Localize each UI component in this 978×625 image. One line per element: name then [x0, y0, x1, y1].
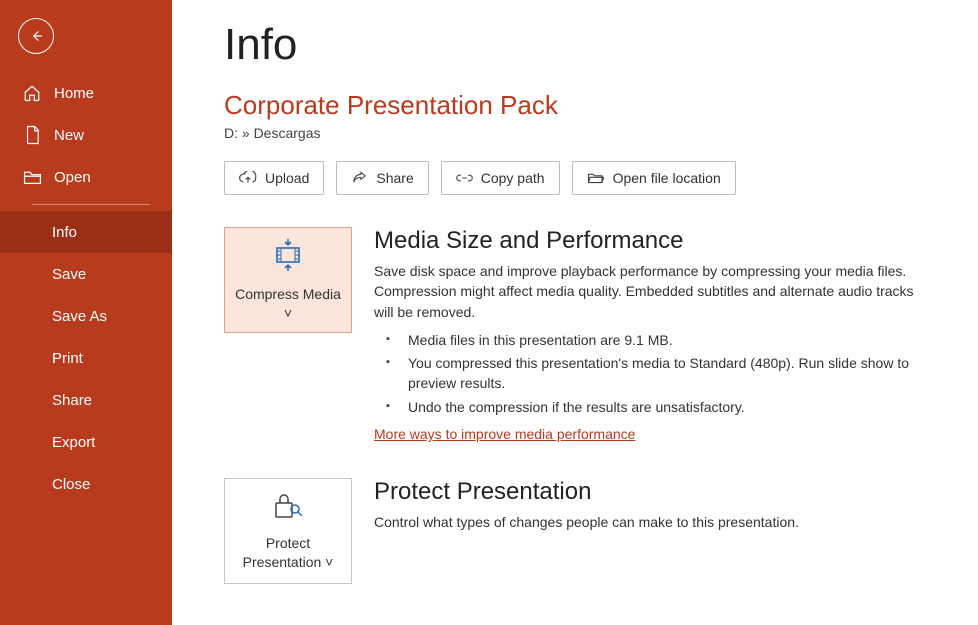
button-label: Share: [376, 170, 413, 186]
folder-open-icon: [22, 167, 42, 187]
share-icon: [351, 170, 368, 186]
arrow-left-icon: [27, 27, 45, 45]
protect-section-body: Protect Presentation Control what types …: [374, 478, 946, 540]
sidebar-label: Info: [52, 224, 77, 241]
media-performance-link[interactable]: More ways to improve media performance: [374, 426, 635, 442]
sidebar-item-save-as[interactable]: Save As: [0, 295, 172, 337]
link-icon: [456, 171, 473, 185]
sidebar-item-print[interactable]: Print: [0, 337, 172, 379]
sidebar-item-save[interactable]: Save: [0, 253, 172, 295]
tile-label: Protect Presentation ˅: [231, 534, 345, 570]
sidebar-label: Save As: [52, 308, 107, 325]
list-item: Media files in this presentation are 9.1…: [374, 330, 916, 350]
sidebar-item-export[interactable]: Export: [0, 421, 172, 463]
protect-section: Protect Presentation ˅ Protect Presentat…: [224, 478, 946, 584]
sidebar-item-close[interactable]: Close: [0, 463, 172, 505]
sidebar-label: Save: [52, 266, 86, 283]
back-button[interactable]: [18, 18, 54, 54]
button-label: Open file location: [613, 170, 721, 186]
sidebar-item-new[interactable]: New: [0, 114, 172, 156]
sidebar-divider: [32, 204, 150, 205]
list-item: You compressed this presentation's media…: [374, 353, 916, 394]
home-icon: [22, 83, 42, 103]
media-section: Compress Media ˅ Media Size and Performa…: [224, 227, 946, 444]
section-heading: Protect Presentation: [374, 478, 916, 506]
sidebar-label: Close: [52, 476, 90, 493]
button-label: Copy path: [481, 170, 545, 186]
sidebar-item-open[interactable]: Open: [0, 156, 172, 198]
share-button[interactable]: Share: [336, 161, 428, 195]
sidebar-label: Share: [52, 392, 92, 409]
sidebar-item-share[interactable]: Share: [0, 379, 172, 421]
button-label: Upload: [265, 170, 309, 186]
document-path: D: » Descargas: [224, 125, 946, 141]
lock-key-icon: [272, 491, 304, 524]
sidebar-label: Home: [54, 85, 94, 102]
sidebar-item-info[interactable]: Info: [0, 211, 172, 253]
new-file-icon: [22, 125, 42, 145]
copy-path-button[interactable]: Copy path: [441, 161, 560, 195]
sidebar-label: Open: [54, 169, 91, 186]
compress-media-tile[interactable]: Compress Media ˅: [224, 227, 352, 333]
open-file-location-button[interactable]: Open file location: [572, 161, 736, 195]
document-title: Corporate Presentation Pack: [224, 90, 946, 121]
backstage-sidebar: Home New Open Info Save Save As Print Sh…: [0, 0, 172, 625]
file-toolbar: Upload Share Copy path Open file locatio…: [224, 161, 946, 195]
folder-open-icon: [587, 171, 605, 185]
section-heading: Media Size and Performance: [374, 227, 916, 255]
sidebar-item-home[interactable]: Home: [0, 72, 172, 114]
sidebar-label: New: [54, 127, 84, 144]
protect-presentation-tile[interactable]: Protect Presentation ˅: [224, 478, 352, 584]
sidebar-label: Print: [52, 350, 83, 367]
section-description: Save disk space and improve playback per…: [374, 261, 916, 322]
upload-button[interactable]: Upload: [224, 161, 324, 195]
chevron-down-icon: ˅: [284, 304, 292, 322]
tile-label: Compress Media ˅: [231, 285, 345, 321]
list-item: Undo the compression if the results are …: [374, 397, 916, 417]
chevron-down-icon: ˅: [325, 553, 333, 571]
sidebar-label: Export: [52, 434, 95, 451]
section-description: Control what types of changes people can…: [374, 512, 916, 532]
content-area: Info Corporate Presentation Pack D: » De…: [172, 0, 978, 625]
page-title: Info: [224, 20, 946, 70]
media-bullets: Media files in this presentation are 9.1…: [374, 330, 916, 417]
compress-media-icon: [273, 238, 303, 275]
media-section-body: Media Size and Performance Save disk spa…: [374, 227, 946, 444]
cloud-upload-icon: [239, 171, 257, 185]
